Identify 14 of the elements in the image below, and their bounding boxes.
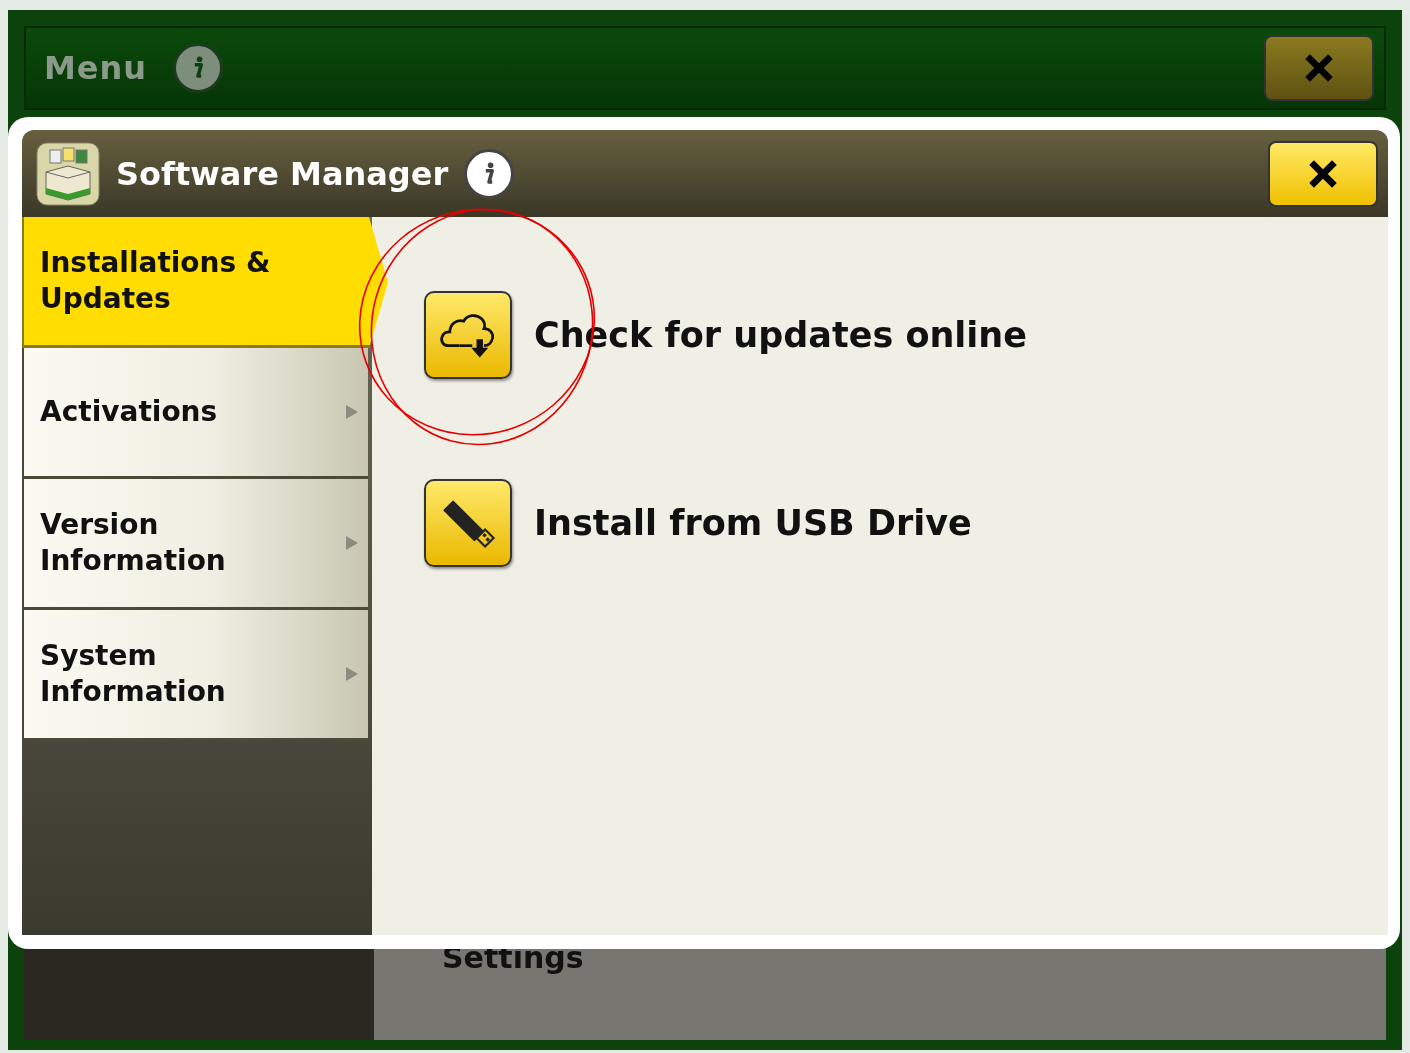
screen-title: Menu (44, 49, 148, 87)
cloud-download-button[interactable] (424, 291, 512, 379)
option-label[interactable]: Install from USB Drive (534, 503, 972, 543)
chevron-right-icon (346, 536, 358, 550)
sidebar-item[interactable]: Activations (22, 348, 368, 479)
sidebar-item[interactable]: Installations & Updates (22, 217, 388, 348)
chevron-right-icon (346, 667, 358, 681)
sidebar-item[interactable]: System Information (22, 610, 368, 741)
app-box-icon (36, 141, 100, 206)
close-button[interactable] (1268, 140, 1378, 207)
dialog-title: Software Manager (116, 154, 449, 193)
sidebar-item[interactable]: Version Information (22, 479, 368, 610)
chevron-right-icon (346, 405, 358, 419)
usb-drive-button[interactable] (424, 479, 512, 567)
